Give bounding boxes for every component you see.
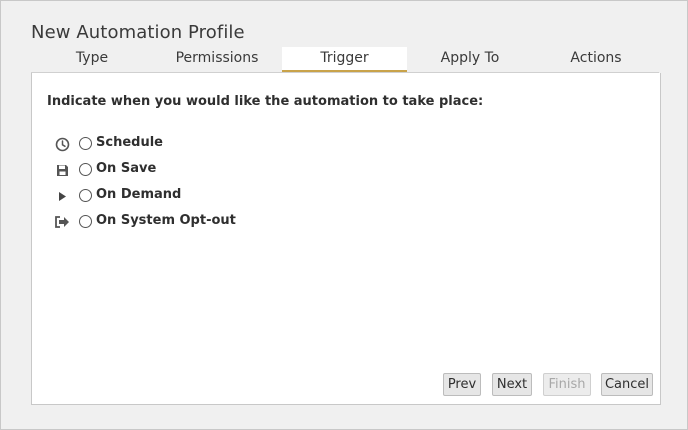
sign-out-arrow-icon [52,214,72,230]
tab-type[interactable]: Type [31,47,153,72]
play-triangle-icon [52,188,72,204]
on-system-opt-out-label: On System Opt-out [96,213,236,228]
option-on-save[interactable]: On Save [52,160,252,180]
option-schedule[interactable]: Schedule [52,134,252,154]
trigger-prompt: Indicate when you would like the automat… [47,94,484,109]
on-save-radio[interactable] [79,163,92,176]
on-system-opt-out-radio[interactable] [79,215,92,228]
tab-apply-to[interactable]: Apply To [407,47,533,72]
tab-trigger[interactable]: Trigger [282,47,407,72]
option-on-demand[interactable]: On Demand [52,186,252,206]
tab-actions[interactable]: Actions [533,47,659,72]
on-demand-radio[interactable] [79,189,92,202]
finish-button[interactable]: Finish [543,373,591,396]
on-demand-label: On Demand [96,187,182,202]
automation-profile-dialog: New Automation Profile Type Permissions … [0,0,688,430]
cancel-button[interactable]: Cancel [601,373,653,396]
trigger-panel: Indicate when you would like the automat… [31,73,661,405]
schedule-radio[interactable] [79,137,92,150]
schedule-label: Schedule [96,135,163,150]
tab-bar: Type Permissions Trigger Apply To Action… [31,47,659,73]
tab-permissions[interactable]: Permissions [153,47,281,72]
next-button[interactable]: Next [492,373,532,396]
on-save-label: On Save [96,161,157,176]
dialog-title: New Automation Profile [31,22,245,43]
floppy-disk-icon [52,162,72,178]
prev-button[interactable]: Prev [443,373,481,396]
option-on-system-opt-out[interactable]: On System Opt-out [52,212,252,232]
clock-icon [52,136,72,152]
